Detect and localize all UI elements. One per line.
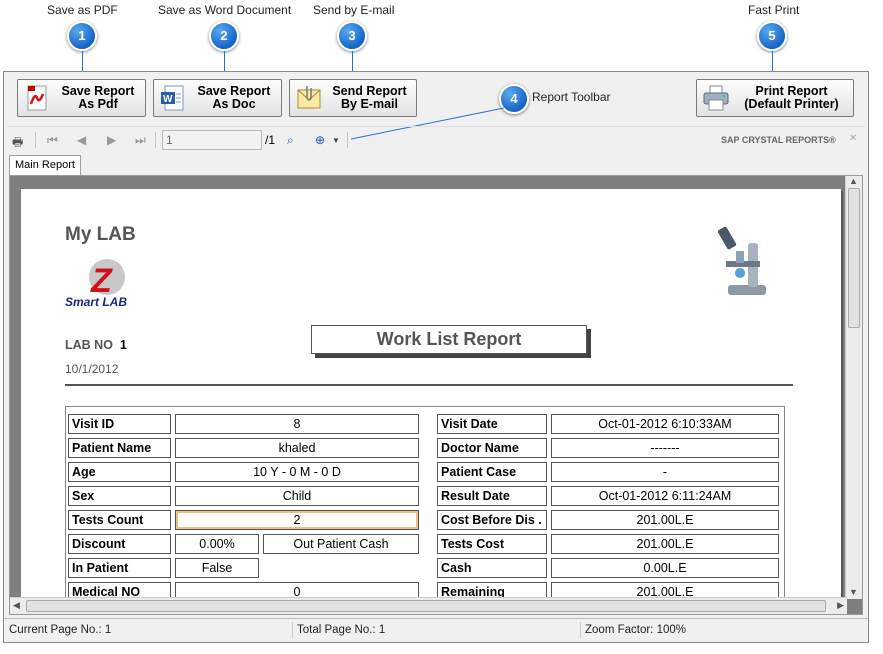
field-label: Result Date [437, 486, 547, 506]
callout-badge-3: 3 [337, 21, 367, 51]
tab-main-report[interactable]: Main Report [9, 155, 81, 175]
save-pdf-label-line1: Save Report [61, 84, 135, 98]
vertical-scroll-thumb[interactable] [848, 188, 860, 328]
lab-no-label: LAB NO [65, 338, 113, 352]
toolbar-separator [35, 132, 36, 148]
pdf-icon [23, 84, 51, 112]
field-label: In Patient [68, 558, 171, 578]
previous-page-icon[interactable]: ◀ [77, 133, 86, 147]
field-value: Oct-01-2012 6:11:24AM [551, 486, 779, 506]
field-label: Patient Case [437, 462, 547, 482]
save-pdf-label-line2: As Pdf [78, 97, 118, 111]
lab-no-value: 1 [119, 338, 127, 352]
report-date: 10/1/2012 [65, 362, 119, 376]
horizontal-scroll-thumb[interactable] [26, 600, 826, 612]
print-icon[interactable]: 🖶 [12, 133, 23, 154]
status-separator [580, 622, 581, 638]
field-label: Discount [68, 534, 171, 554]
sap-brand-label: SAP CRYSTAL REPORTS® [721, 135, 836, 145]
report-title: Work List Report [311, 325, 587, 354]
field-label: Cash [437, 558, 547, 578]
field-value: 0.00% [175, 534, 259, 554]
field-value: ------- [551, 438, 779, 458]
scroll-down-icon[interactable]: ▼ [849, 587, 858, 597]
printer-icon [702, 84, 730, 112]
zoom-dropdown-chevron-icon[interactable]: ▼ [332, 136, 340, 145]
field-value: 0.00L.E [551, 558, 779, 578]
smart-lab-logo: Z Smart LAB [65, 257, 151, 309]
page-number-input[interactable]: 1 [162, 130, 262, 150]
field-label: Visit Date [437, 414, 547, 434]
toolbar-separator [347, 132, 348, 148]
callout-label-report-toolbar: Report Toolbar [532, 90, 611, 104]
field-label: Tests Cost [437, 534, 547, 554]
field-value: - [551, 462, 779, 482]
field-value: Oct-01-2012 6:10:33AM [551, 414, 779, 434]
next-page-icon[interactable]: ▶ [107, 133, 116, 147]
word-icon: W [159, 84, 187, 112]
field-value: 201.00L.E [551, 534, 779, 554]
field-value: 201.00L.E [551, 510, 779, 530]
callout-badge-2: 2 [209, 21, 239, 51]
status-zoom: Zoom Factor: 100% [585, 624, 686, 636]
microscope-icon [717, 223, 772, 297]
print-report-label-line2: (Default Printer) [744, 97, 839, 111]
scroll-up-icon[interactable]: ▲ [849, 176, 858, 186]
callout-label-send-email: Send by E-mail [313, 3, 395, 17]
email-attach-icon [295, 84, 323, 112]
callout-label-fast-print: Fast Print [748, 3, 800, 17]
status-current-page: Current Page No.: 1 [9, 624, 112, 636]
print-report-label-line1: Print Report [755, 84, 828, 98]
logo-text: Smart LAB [65, 295, 128, 309]
field-value: khaled [175, 438, 419, 458]
scroll-left-icon[interactable]: ◀ [13, 600, 20, 611]
field-value-extra: Out Patient Cash [263, 534, 419, 554]
print-report-button[interactable]: Print Report (Default Printer) [696, 79, 854, 117]
scroll-right-icon[interactable]: ▶ [837, 600, 844, 611]
report-window: Save Report As Pdf W Save Report As Doc Se… [3, 71, 869, 643]
toolbar-separator [155, 132, 156, 148]
svg-text:W: W [163, 94, 173, 105]
report-page: My LAB Z Smart LAB LAB NO 1 10/1/2012 Wo… [21, 189, 841, 614]
find-binoculars-icon[interactable]: ⌕ [287, 133, 294, 148]
callout-label-save-doc: Save as Word Document [158, 3, 292, 17]
field-value: 8 [175, 414, 419, 434]
save-pdf-button[interactable]: Save Report As Pdf [17, 79, 146, 117]
page-total-label: /1 [265, 133, 276, 147]
save-doc-label-line2: As Doc [212, 97, 256, 111]
field-label: Patient Name [68, 438, 171, 458]
horizontal-scrollbar[interactable]: ◀ ▶ [10, 597, 847, 614]
close-icon[interactable]: ✕ [849, 133, 857, 144]
field-label: Cost Before Dis . [437, 510, 547, 530]
send-email-label-line1: Send Report [332, 84, 407, 98]
callout-badge-1: 1 [67, 21, 97, 51]
field-value: 10 Y - 0 M - 0 D [175, 462, 419, 482]
field-label: Visit ID [68, 414, 171, 434]
report-viewer[interactable]: My LAB Z Smart LAB LAB NO 1 10/1/2012 Wo… [9, 175, 863, 615]
save-doc-label-line1: Save Report [197, 84, 271, 98]
field-label: Sex [68, 486, 171, 506]
field-label: Tests Count [68, 510, 171, 530]
callout-label-save-pdf: Save as PDF [47, 3, 118, 17]
field-label: Age [68, 462, 171, 482]
vertical-scrollbar[interactable]: ▲ ▼ [845, 176, 862, 599]
first-page-icon[interactable]: ⏮ [47, 133, 58, 148]
lab-name: My LAB [65, 224, 136, 245]
lab-no-row: LAB NO 1 [65, 338, 127, 352]
callout-badge-5: 5 [757, 21, 787, 51]
zoom-icon[interactable]: ⊕ [315, 133, 325, 147]
save-doc-button[interactable]: W Save Report As Doc [153, 79, 282, 117]
last-page-icon[interactable]: ⏭ [135, 133, 146, 148]
status-bar: Current Page No.: 1 Total Page No.: 1 Zo… [4, 618, 868, 642]
status-total-page: Total Page No.: 1 [297, 624, 386, 636]
title-divider [65, 384, 793, 386]
field-value: Child [175, 486, 419, 506]
status-separator [292, 622, 293, 638]
report-toolbar: 🖶 ⏮ ◀ ▶ ⏭ 1 /1 ⌕ ⊕ ▼ SAP CRYSTAL REPORTS… [7, 126, 865, 152]
field-value: False [175, 558, 259, 578]
field-value: 2 [175, 510, 419, 530]
field-label: Doctor Name [437, 438, 547, 458]
